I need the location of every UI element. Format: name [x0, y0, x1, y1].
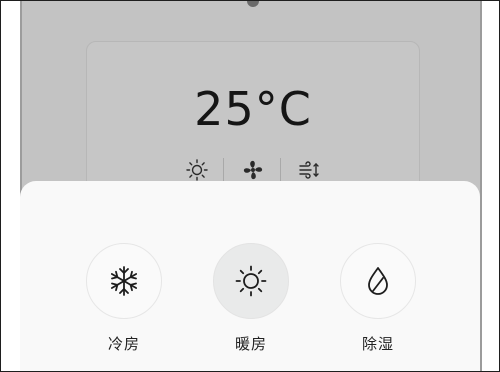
mode-cool-label: 冷房 [107, 335, 140, 353]
divider [223, 158, 224, 182]
camera-notch [247, 1, 259, 7]
screenshot-frame: 25°C 冷房 暖房 除湿 [0, 0, 500, 372]
mode-cool-circle[interactable] [86, 243, 162, 319]
mode-dry-button[interactable]: 除湿 [340, 243, 416, 354]
divider [280, 158, 281, 182]
water-drop-icon [368, 267, 388, 295]
snowflake-icon [111, 266, 138, 296]
mode-cool-button[interactable]: 冷房 [86, 243, 162, 354]
mode-selection-sheet: 冷房 暖房 除湿 [20, 181, 480, 371]
mode-heat-button[interactable]: 暖房 [213, 243, 289, 354]
mode-heat-label: 暖房 [234, 335, 267, 353]
temperature-display: 25°C [194, 82, 312, 136]
mode-dry-label: 除湿 [361, 335, 394, 353]
wind-direction-icon [295, 156, 323, 184]
mode-dry-circle[interactable] [340, 243, 416, 319]
fan-icon [239, 156, 267, 184]
sun-icon [183, 156, 211, 184]
sun-icon [235, 265, 267, 297]
mode-heat-circle[interactable] [213, 243, 289, 319]
status-icon-row [87, 156, 419, 184]
ac-status-card: 25°C [86, 41, 420, 193]
